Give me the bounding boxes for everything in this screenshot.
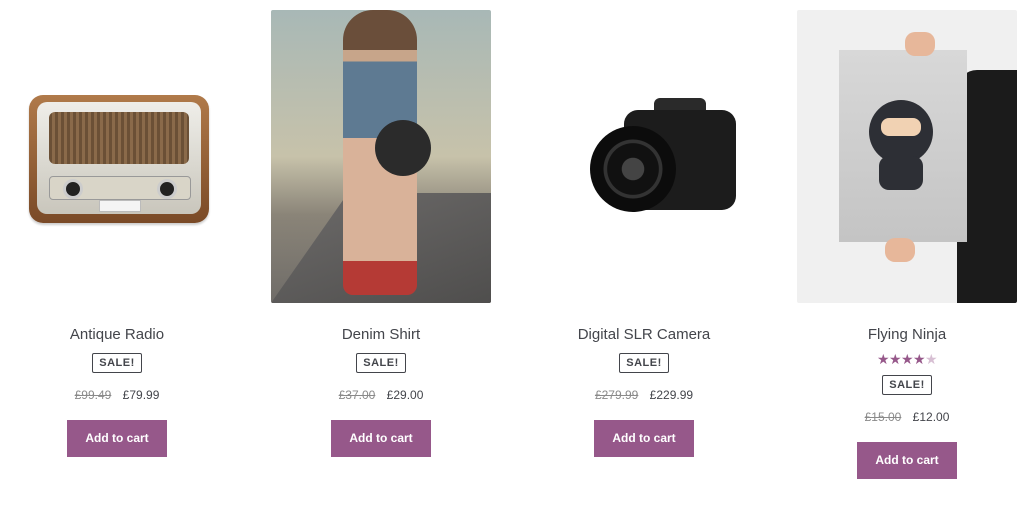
product-price: £37.00 £29.00 [271, 387, 491, 403]
product-image[interactable] [7, 10, 227, 303]
sale-price: £79.99 [122, 388, 160, 402]
add-to-cart-button[interactable]: Add to cart [857, 442, 957, 479]
sale-price: £229.99 [649, 388, 694, 402]
add-to-cart-button[interactable]: Add to cart [67, 420, 167, 457]
sale-price: £12.00 [912, 410, 950, 424]
product-title[interactable]: Digital SLR Camera [534, 325, 754, 345]
product-price: £279.99 £229.99 [534, 387, 754, 403]
old-price: £15.00 [864, 410, 902, 424]
product-card: Flying Ninja ★★★★★ SALE! £15.00 £12.00 A… [797, 10, 1017, 479]
product-price: £15.00 £12.00 [797, 409, 1017, 425]
add-to-cart-button[interactable]: Add to cart [594, 420, 694, 457]
sale-price: £29.00 [386, 388, 424, 402]
product-image[interactable] [534, 10, 754, 303]
sale-badge: SALE! [92, 353, 142, 373]
star-icon: ★ [901, 351, 914, 367]
old-price: £37.00 [338, 388, 376, 402]
old-price: £99.49 [74, 388, 112, 402]
product-grid: Antique Radio SALE! £99.49 £79.99 Add to… [0, 0, 1024, 510]
product-card: Antique Radio SALE! £99.49 £79.99 Add to… [7, 10, 227, 457]
star-icon: ★ [925, 351, 938, 367]
product-price: £99.49 £79.99 [7, 387, 227, 403]
add-to-cart-button[interactable]: Add to cart [331, 420, 431, 457]
sale-badge: SALE! [356, 353, 406, 373]
product-image[interactable] [797, 10, 1017, 303]
sale-badge: SALE! [619, 353, 669, 373]
star-icon: ★ [913, 351, 926, 367]
old-price: £279.99 [594, 388, 639, 402]
product-image[interactable] [271, 10, 491, 303]
product-title[interactable]: Antique Radio [7, 325, 227, 345]
product-card: Digital SLR Camera SALE! £279.99 £229.99… [534, 10, 754, 457]
product-card: Denim Shirt SALE! £37.00 £29.00 Add to c… [271, 10, 491, 457]
product-title[interactable]: Denim Shirt [271, 325, 491, 345]
star-icon: ★ [889, 351, 902, 367]
star-icon: ★ [877, 351, 890, 367]
sale-badge: SALE! [882, 375, 932, 395]
star-rating: ★★★★★ [797, 351, 1017, 367]
product-title[interactable]: Flying Ninja [797, 325, 1017, 345]
